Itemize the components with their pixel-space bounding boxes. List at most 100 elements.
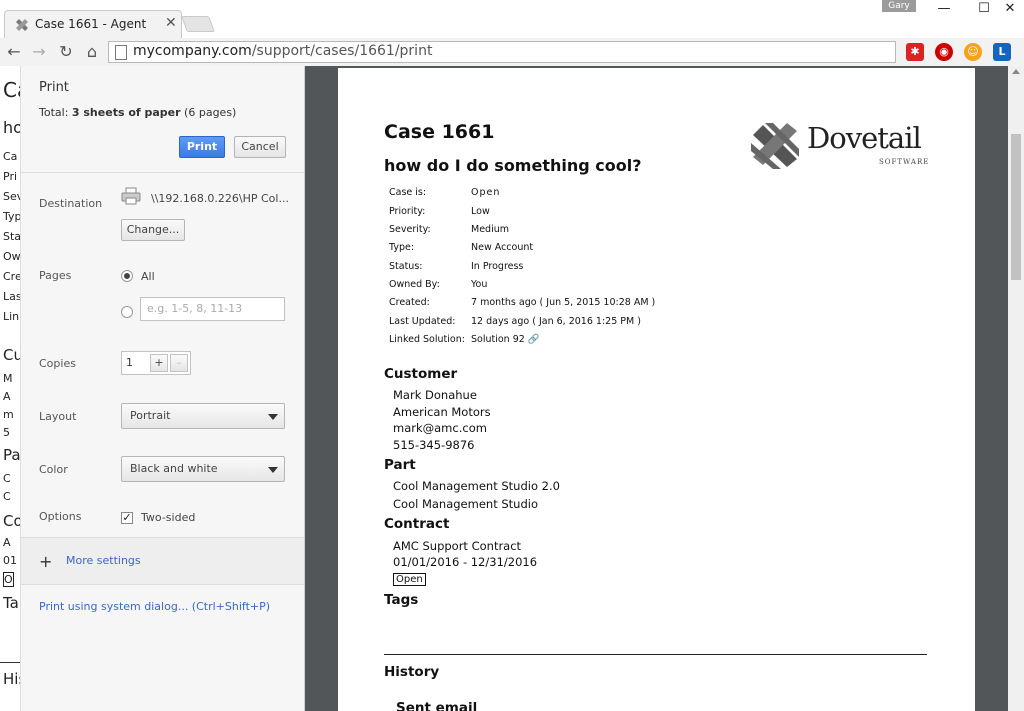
copies-increment-button[interactable]: + [150, 354, 168, 372]
section-divider [384, 654, 927, 655]
peek-fragment: Ow [3, 250, 21, 263]
peek-fragment: Sta [3, 230, 22, 243]
pages-range-input[interactable]: e.g. 1-5, 8, 11-13 [140, 297, 285, 321]
customer-line: 515-345-9876 [393, 438, 475, 452]
pages-label: Pages [39, 269, 72, 282]
history-heading: History [384, 664, 440, 680]
title-bar: Case 1661 - Agent ✕ Gary — ☐ ✕ [0, 0, 1024, 38]
attr-label: Type: [389, 242, 415, 253]
copies-decrement-button[interactable]: – [170, 354, 188, 372]
attr-label: Linked Solution: [389, 334, 465, 345]
printer-icon [121, 187, 141, 205]
case-subtitle: how do I do something cool? [384, 156, 642, 175]
preview-page: Case 1661 how do I do something cool? Do… [338, 68, 975, 711]
history-entry-title: Sent email [396, 700, 478, 711]
attr-label: Owned By: [389, 279, 440, 290]
destination-value: \\192.168.0.226\HP Col... [151, 192, 289, 205]
window-close-icon[interactable]: ✕ [990, 0, 1024, 20]
contract-heading: Contract [384, 516, 450, 532]
peek-fragment: 01 [3, 554, 17, 567]
pages-all-label: All [141, 270, 155, 283]
browser-tab[interactable]: Case 1661 - Agent ✕ [4, 10, 182, 38]
attr-label: Priority: [389, 206, 426, 217]
color-value: Black and white [130, 462, 218, 475]
print-panel-title: Print [39, 80, 69, 95]
address-bar[interactable]: mycompany.com/support/cases/1661/print [108, 41, 896, 63]
color-label: Color [39, 463, 68, 476]
print-settings-panel: Print Total: 3 sheets of paper (6 pages)… [20, 66, 305, 711]
attr-label: Created: [389, 297, 430, 308]
home-icon[interactable]: ⌂ [81, 41, 103, 63]
part-line: Cool Management Studio [393, 497, 538, 511]
attr-value: 7 months ago ( Jun 5, 2015 10:28 AM ) [471, 297, 656, 308]
more-settings-link[interactable]: More settings [66, 554, 141, 567]
change-destination-button[interactable]: Change... [121, 219, 185, 241]
attr-value: You [471, 279, 488, 290]
logo-subtitle: SOFTWARE [879, 158, 930, 166]
peek-fragment: 5 [3, 426, 10, 439]
extension-l-icon[interactable]: L [993, 43, 1011, 61]
back-arrow-icon[interactable]: ← [3, 41, 25, 63]
customer-heading: Customer [384, 366, 458, 382]
peek-fragment: C [3, 490, 11, 503]
preview-scrollbar[interactable] [1008, 66, 1024, 711]
plus-icon: + [39, 552, 53, 571]
extension-stop-icon[interactable]: ◉ [935, 43, 953, 61]
copies-value: 1 [126, 356, 133, 369]
extension-face-icon[interactable]: ☺ [964, 43, 982, 61]
contract-status-badge: Open [393, 573, 426, 586]
profile-badge[interactable]: Gary [882, 0, 916, 12]
scroll-up-icon[interactable] [1012, 69, 1020, 74]
attr-value: Open [471, 187, 501, 198]
attr-label: Last Updated: [389, 316, 456, 327]
reload-icon[interactable]: ↻ [55, 41, 77, 63]
customer-line: mark@amc.com [393, 421, 487, 435]
system-dialog-link[interactable]: Print using system dialog... (Ctrl+Shift… [39, 600, 270, 613]
pages-custom-radio[interactable] [121, 306, 133, 318]
peek-fragment: A [3, 390, 11, 403]
customer-line: Mark Donahue [393, 388, 477, 402]
attr-label: Status: [389, 261, 423, 272]
url-text: mycompany.com/support/cases/1661/print [133, 43, 433, 59]
underlying-page: Ca ho Ca Pri Sev Typ Sta Ow Cre Las Lin … [0, 66, 22, 711]
two-sided-checkbox[interactable]: ✓ [121, 512, 133, 524]
print-total: Total: 3 sheets of paper (6 pages) [39, 106, 237, 119]
copies-stepper[interactable]: 1 + – [121, 351, 191, 375]
peek-divider [0, 662, 22, 663]
contract-line: 01/01/2016 - 12/31/2016 [393, 555, 538, 569]
customer-line: American Motors [393, 405, 491, 419]
cancel-button[interactable]: Cancel [234, 136, 286, 158]
attr-value: 12 days ago ( Jan 6, 2016 1:25 PM ) [471, 316, 641, 327]
peek-fragment: Ca [3, 150, 18, 163]
divider [21, 172, 304, 173]
peek-fragment: Lin [3, 310, 20, 323]
options-label: Options [39, 510, 82, 523]
new-tab-button[interactable] [181, 16, 215, 32]
tab-close-icon[interactable]: ✕ [165, 15, 177, 31]
more-settings-row[interactable]: + More settings [21, 537, 304, 585]
peek-fragment: Pa [3, 446, 21, 464]
page-icon [115, 45, 127, 60]
peek-fragment: A [3, 536, 11, 549]
minimize-icon[interactable]: — [924, 0, 964, 20]
forward-arrow-icon[interactable]: → [28, 41, 50, 63]
peek-fragment: m [3, 408, 14, 421]
scrollbar-thumb[interactable] [1011, 134, 1021, 280]
part-line: Cool Management Studio 2.0 [393, 479, 560, 493]
peek-fragment: Las [3, 290, 22, 303]
peek-fragment: Ta [3, 594, 19, 612]
attr-value: In Progress [471, 261, 524, 272]
chevron-down-icon [268, 467, 278, 473]
attr-value: Medium [471, 224, 509, 235]
color-select[interactable]: Black and white [121, 456, 285, 482]
layout-value: Portrait [130, 409, 171, 422]
case-title: Case 1661 [384, 121, 495, 143]
chevron-down-icon [268, 414, 278, 420]
print-button[interactable]: Print [179, 136, 225, 158]
dovetail-favicon-icon [16, 19, 28, 31]
copies-label: Copies [39, 357, 76, 370]
destination-label: Destination [39, 197, 103, 210]
layout-select[interactable]: Portrait [121, 403, 285, 429]
pages-all-radio[interactable] [121, 270, 133, 282]
extension-asterisk-icon[interactable]: ✱ [906, 43, 924, 61]
